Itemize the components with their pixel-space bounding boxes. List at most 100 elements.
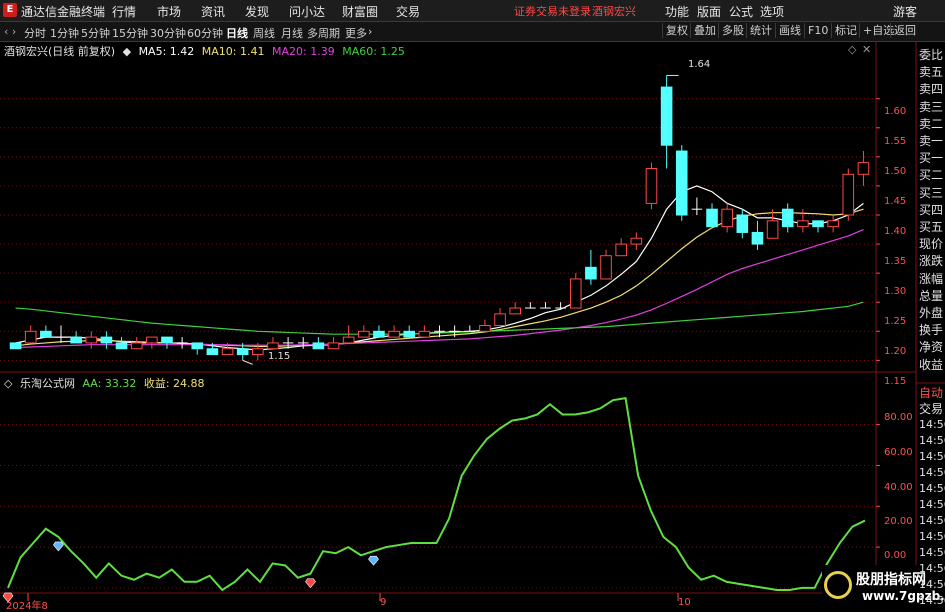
candle bbox=[373, 325, 385, 338]
quote-field-label[interactable]: 买四 bbox=[919, 203, 943, 217]
candle-body bbox=[9, 342, 22, 350]
quote-field-label[interactable]: 收益 bbox=[919, 358, 943, 372]
quote-field-label[interactable]: 外盘 bbox=[919, 306, 943, 320]
indicator-icon[interactable]: ◇ bbox=[4, 377, 12, 390]
ytick: 20.00 bbox=[884, 516, 913, 527]
candle-body bbox=[146, 336, 158, 344]
candle-body bbox=[312, 342, 325, 350]
candle-body bbox=[797, 220, 809, 228]
candle bbox=[660, 75, 673, 169]
candle-body bbox=[70, 336, 82, 344]
ytick: 60.00 bbox=[884, 447, 913, 458]
quote-field-label[interactable]: 买三 bbox=[919, 186, 943, 200]
candle bbox=[479, 319, 491, 332]
candle bbox=[388, 325, 400, 338]
quote-field-label[interactable]: 卖二 bbox=[919, 117, 943, 131]
candle bbox=[842, 168, 855, 221]
tick-time: 14:56 bbox=[919, 546, 945, 559]
quote-field-label[interactable]: 涨幅 bbox=[919, 272, 943, 286]
stock-title: 酒钢宏兴(日线 前复权) bbox=[4, 45, 116, 58]
quote-field-label[interactable]: 涨跌 bbox=[919, 254, 943, 268]
close-small-icon[interactable]: ◆ bbox=[123, 45, 131, 58]
quote-field-label[interactable]: 委比 bbox=[919, 48, 943, 62]
quote-field-label[interactable]: 买一 bbox=[919, 151, 943, 165]
buy-signal-icon bbox=[368, 555, 379, 566]
ytick: 1.55 bbox=[884, 136, 907, 147]
diamond-icon bbox=[53, 541, 64, 552]
candle bbox=[600, 249, 612, 280]
settings-icon[interactable]: ◇ bbox=[848, 43, 856, 56]
candle bbox=[781, 203, 794, 233]
watermark-line1: 股朋指标网 bbox=[856, 572, 926, 588]
quote-field-label[interactable]: 现价 bbox=[919, 237, 943, 251]
candle-body bbox=[130, 342, 143, 350]
quote-field-label[interactable]: 卖四 bbox=[919, 82, 943, 96]
candle-body bbox=[857, 162, 870, 175]
candle-body bbox=[721, 208, 733, 228]
candle bbox=[191, 342, 204, 355]
candle bbox=[675, 145, 688, 221]
candle bbox=[130, 337, 143, 350]
candle bbox=[751, 220, 764, 250]
candle bbox=[146, 336, 158, 349]
candle bbox=[525, 302, 536, 309]
candle bbox=[70, 331, 82, 344]
quote-field-label[interactable]: 卖三 bbox=[919, 100, 943, 114]
quote-field-label[interactable]: 净资 bbox=[919, 340, 943, 354]
gain-value: 收益: 24.88 bbox=[143, 377, 205, 390]
candle-body bbox=[812, 220, 824, 228]
quote-field-label[interactable]: 换手 bbox=[919, 323, 943, 337]
candle-body bbox=[479, 324, 491, 332]
xaxis-label: 2024年8 bbox=[6, 601, 48, 612]
candle-body bbox=[781, 208, 794, 228]
ytick: 1.50 bbox=[884, 166, 907, 177]
candle bbox=[645, 162, 658, 210]
close-panel-icon[interactable]: ✕ bbox=[862, 43, 871, 56]
quote-field-label[interactable]: 总量 bbox=[919, 289, 943, 303]
candle-body bbox=[706, 208, 718, 228]
candle-body bbox=[766, 220, 779, 239]
ytick: 80.00 bbox=[884, 412, 913, 423]
trade-tab[interactable]: 自动 bbox=[919, 386, 943, 400]
quote-field-label[interactable]: 买五 bbox=[919, 220, 943, 234]
ma5-label: MA5: 1.42 bbox=[138, 45, 195, 58]
candle-body bbox=[161, 336, 173, 344]
tick-time: 14:56 bbox=[919, 482, 945, 495]
candle-body bbox=[191, 342, 204, 350]
candle bbox=[494, 308, 506, 326]
buy-signal-icon bbox=[53, 541, 64, 552]
low-marker bbox=[242, 359, 253, 365]
high-price-label: 1.64 bbox=[688, 59, 711, 70]
candle-body bbox=[660, 86, 673, 146]
candle bbox=[267, 337, 279, 350]
sell-signal-icon bbox=[305, 578, 316, 589]
candle-body bbox=[827, 220, 839, 228]
ma10-label: MA10: 1.41 bbox=[201, 45, 265, 58]
candle-body bbox=[675, 150, 688, 216]
candle bbox=[85, 331, 98, 349]
candle bbox=[418, 325, 431, 338]
candle-body bbox=[24, 330, 37, 344]
candle bbox=[615, 238, 627, 257]
candle-body bbox=[115, 342, 128, 350]
tick-time: 14:56 bbox=[919, 562, 945, 575]
ytick: 1.45 bbox=[884, 196, 907, 207]
candle bbox=[24, 325, 37, 344]
chart-canvas[interactable] bbox=[0, 0, 945, 609]
aa-line bbox=[7, 396, 866, 592]
candle-body bbox=[494, 313, 506, 326]
tick-time: 14:56 bbox=[919, 594, 945, 607]
ytick: 0.00 bbox=[884, 550, 907, 561]
candle bbox=[540, 302, 551, 309]
quote-field-label[interactable]: 卖一 bbox=[919, 134, 943, 148]
candle-body bbox=[418, 330, 431, 338]
candle-body bbox=[403, 330, 416, 338]
quote-field-label[interactable]: 卖五 bbox=[919, 65, 943, 79]
candle bbox=[115, 337, 128, 350]
trade-tab[interactable]: 交易 bbox=[919, 402, 943, 416]
quote-field-label[interactable]: 买二 bbox=[919, 168, 943, 182]
candle-body bbox=[585, 266, 597, 280]
candle-body bbox=[85, 336, 98, 344]
candle bbox=[706, 203, 718, 228]
candle bbox=[509, 302, 522, 315]
